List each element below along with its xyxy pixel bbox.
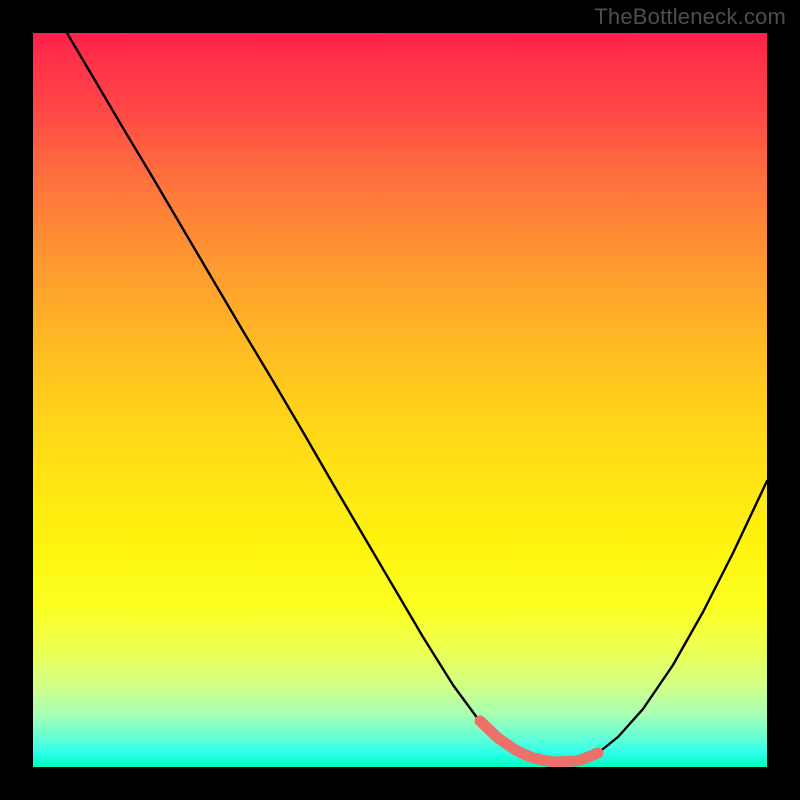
- optimum-band: [480, 721, 598, 762]
- bottleneck-curve: [67, 33, 767, 762]
- chart-frame: TheBottleneck.com: [0, 0, 800, 800]
- watermark-text: TheBottleneck.com: [594, 4, 786, 30]
- curve-svg: [33, 33, 767, 767]
- plot-area: [33, 33, 767, 767]
